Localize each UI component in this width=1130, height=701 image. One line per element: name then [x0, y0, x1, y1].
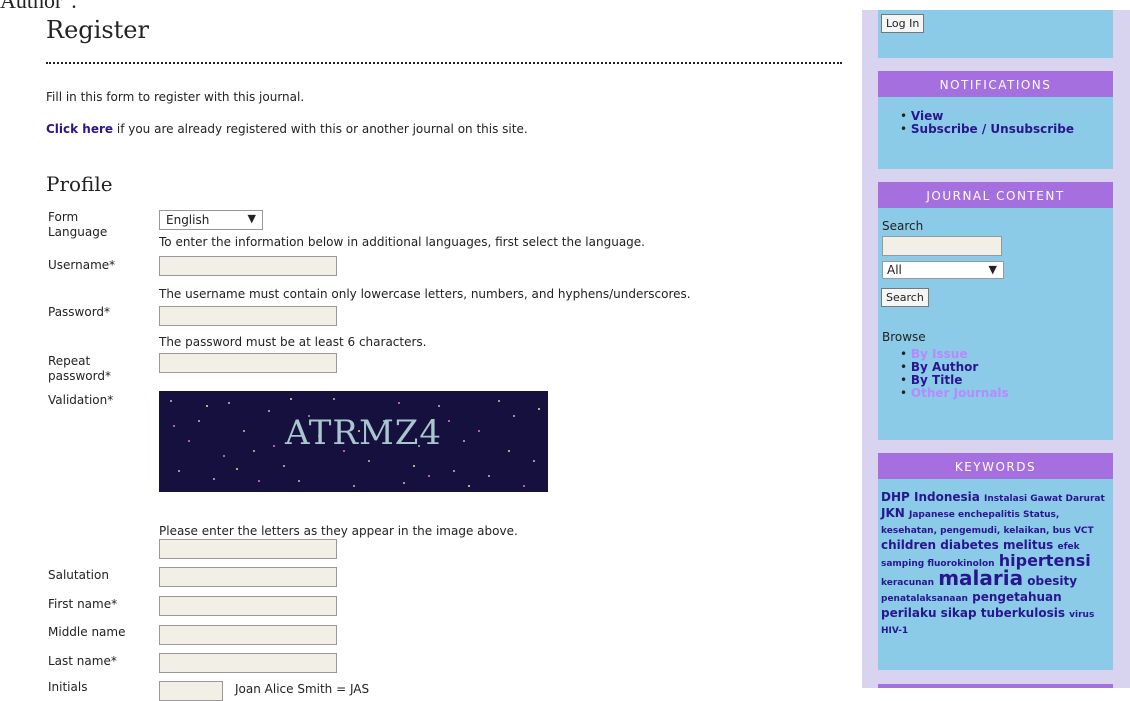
form-language-label: Form Language	[48, 210, 107, 240]
browse-label: Browse	[882, 330, 926, 344]
search-scope-value: All	[887, 263, 902, 277]
notifications-list: • View • Subscribe / Unsubscribe	[900, 110, 1074, 136]
browse-by-author-link[interactable]: By Author	[911, 360, 978, 374]
validation-hint: Please enter the letters as they appear …	[159, 524, 518, 538]
captcha-image: ATRMZ4	[159, 391, 548, 492]
login-link[interactable]: Click here	[46, 122, 113, 136]
notifications-view-link[interactable]: View	[911, 109, 943, 123]
salutation-label: Salutation	[48, 568, 109, 582]
keyword-link[interactable]: penatalaksanaan	[881, 594, 968, 604]
notifications-title: NOTIFICATIONS	[878, 71, 1113, 97]
search-scope-select[interactable]: All ▼	[882, 261, 1004, 279]
page-title: Register	[46, 16, 149, 44]
keywords-title: KEYWORDS	[878, 453, 1113, 479]
dropdown-arrow-icon: ▼	[247, 212, 256, 225]
keyword-link[interactable]: obesity	[1027, 574, 1077, 588]
username-label: Username*	[48, 258, 116, 272]
keyword-link[interactable]: JKN	[881, 506, 905, 520]
browse-other-journals-link[interactable]: Other Journals	[911, 386, 1009, 400]
profile-heading: Profile	[46, 172, 113, 196]
browse-item-other-journals: • Other Journals	[900, 386, 1009, 400]
last-name-input[interactable]	[159, 653, 337, 673]
captcha-text: ATRMZ4	[285, 413, 443, 453]
journal-content-title: JOURNAL CONTENT	[878, 182, 1113, 208]
keyword-link[interactable]: keracunan	[881, 578, 934, 588]
search-input[interactable]	[882, 236, 1002, 256]
repeat-password-label-line2: password*	[48, 369, 111, 383]
middle-name-label: Middle name	[48, 625, 126, 639]
main-content	[10, 10, 862, 688]
log-in-button[interactable]: Log In	[881, 14, 925, 33]
notifications-subscribe-item: • Subscribe / Unsubscribe	[900, 122, 1075, 136]
browse-list: • By Issue • By Author • By Title • Othe…	[900, 348, 1009, 400]
form-language-value: English	[166, 213, 210, 227]
initials-hint: Joan Alice Smith = JAS	[235, 682, 370, 696]
form-language-hint: To enter the information below in additi…	[159, 235, 645, 249]
keyword-link[interactable]: pengetahuan	[972, 590, 1062, 604]
keyword-link[interactable]: Japanese enchepalitis Status, kesehatan,…	[881, 510, 1094, 536]
notifications-subscribe-link[interactable]: Subscribe / Unsubscribe	[911, 122, 1074, 136]
repeat-password-input[interactable]	[159, 353, 337, 373]
middle-name-input[interactable]	[159, 625, 337, 645]
salutation-input[interactable]	[159, 567, 337, 587]
left-gutter	[0, 10, 10, 688]
repeat-password-label: Repeat password*	[48, 354, 111, 384]
title-divider	[46, 62, 842, 64]
initials-input[interactable]	[159, 681, 223, 701]
keyword-link[interactable]: DHP Indonesia	[881, 490, 980, 504]
keyword-link[interactable]: diabetes melitus	[940, 538, 1053, 552]
search-button[interactable]: Search	[881, 288, 929, 307]
repeat-password-label-line1: Repeat	[48, 354, 91, 368]
intro-text: Fill in this form to register with this …	[46, 90, 305, 104]
username-input[interactable]	[159, 256, 337, 276]
login-prompt-text: if you are already registered with this …	[113, 122, 528, 136]
password-input[interactable]	[159, 306, 337, 326]
form-language-label-line2: Language	[48, 225, 108, 239]
dropdown-arrow-icon: ▼	[988, 263, 997, 276]
keyword-cloud: DHP Indonesia Instalasi Gawat Darurat JK…	[881, 490, 1111, 638]
login-prompt: Click here if you are already registered…	[46, 122, 528, 136]
username-hint: The username must contain only lowercase…	[159, 287, 691, 301]
form-language-select[interactable]: English ▼	[159, 210, 263, 230]
search-label: Search	[882, 219, 924, 233]
keyword-link[interactable]: children	[881, 538, 936, 552]
keyword-link[interactable]: perilaku sikap tuberkulosis	[881, 606, 1065, 620]
first-name-label: First name*	[48, 597, 118, 611]
first-name-input[interactable]	[159, 596, 337, 616]
last-name-label: Last name*	[48, 654, 117, 668]
validation-label: Validation*	[48, 393, 114, 407]
keyword-link[interactable]: Instalasi Gawat Darurat	[984, 494, 1105, 504]
browse-by-issue-link[interactable]: By Issue	[911, 347, 968, 361]
browse-by-title-link[interactable]: By Title	[911, 373, 962, 387]
keyword-link[interactable]: malaria	[938, 566, 1023, 590]
password-label: Password*	[48, 305, 111, 319]
form-language-label-line1: Form	[48, 210, 79, 224]
next-sidebar-box	[878, 684, 1113, 688]
validation-input[interactable]	[159, 539, 337, 559]
password-hint: The password must be at least 6 characte…	[159, 335, 427, 349]
